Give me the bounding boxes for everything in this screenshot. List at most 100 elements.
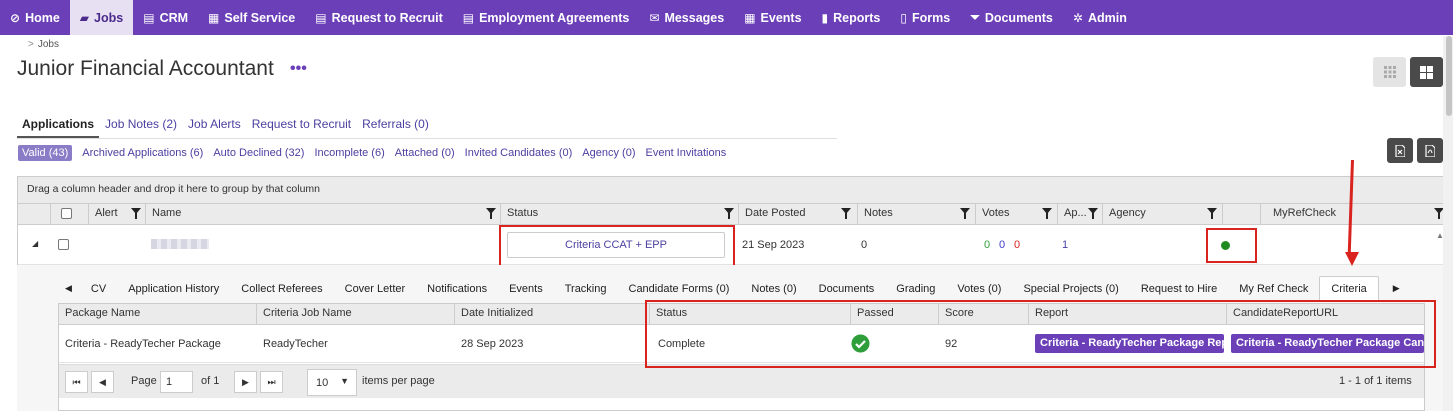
subtab-auto-declined[interactable]: Auto Declined (32) [213,145,304,161]
row-checkbox[interactable] [58,239,69,250]
tab-criteria[interactable]: Criteria [1319,276,1379,301]
tab-job-notes[interactable]: Job Notes (2) [100,113,182,138]
book-icon: ▮ [821,10,829,25]
file-icon: ▯ [900,10,907,25]
list-view-button[interactable] [1373,57,1406,87]
header-blank [1222,204,1260,225]
votes-up: 0 [984,239,991,251]
header-criteria-job-name[interactable]: Criteria Job Name [256,304,454,325]
tabs-prev-icon[interactable]: ◀ [57,276,80,301]
first-page-button[interactable]: ⏮ [65,371,88,393]
tile-view-button[interactable] [1410,57,1443,87]
header-agency[interactable]: Agency [1102,204,1222,225]
nav-forms[interactable]: ▯ Forms [890,0,960,35]
more-options-icon[interactable]: ••• [290,60,307,78]
annotation-box-status [499,225,735,268]
filter-icon[interactable] [486,208,496,219]
tab-my-ref-check[interactable]: My Ref Check [1228,276,1319,301]
nav-events[interactable]: ▦ Events [734,0,811,35]
annotation-arrow-head [1345,252,1359,266]
filter-icon[interactable] [960,208,970,219]
tabs-next-icon[interactable]: ▶ [1379,276,1414,301]
nav-self-service[interactable]: ▦ Self Service [198,0,305,35]
tab-tracking[interactable]: Tracking [554,276,618,301]
tab-candidate-forms[interactable]: Candidate Forms (0) [618,276,741,301]
page-input[interactable]: 1 [160,371,193,393]
select-all-checkbox[interactable] [61,208,72,219]
tab-request-to-hire[interactable]: Request to Hire [1130,276,1228,301]
tab-events[interactable]: Events [498,276,554,301]
nav-reports[interactable]: ▮ Reports [812,0,891,35]
filter-icon[interactable] [1088,208,1098,219]
header-date-initialized[interactable]: Date Initialized [454,304,649,325]
nav-documents[interactable]: ⏷ Documents [960,0,1063,35]
page-title: Junior Financial Accountant [17,57,274,80]
page-label: Page [131,375,157,387]
calendar-icon: ▦ [744,10,756,25]
tab-votes[interactable]: Votes (0) [946,276,1012,301]
export-pdf-button[interactable] [1417,138,1443,163]
filter-icon[interactable] [131,208,141,219]
votes-down: 0 [1014,239,1021,251]
nav-employment-agreements[interactable]: ▤ Employment Agreements [453,0,640,35]
filter-icon[interactable] [841,208,851,219]
filter-icon[interactable] [1207,208,1217,219]
header-name[interactable]: Name [145,204,500,225]
items-per-page-select[interactable]: 10 ▼ [307,369,357,396]
nav-home[interactable]: ⊘ Home [0,0,70,35]
nav-messages[interactable]: ✉ Messages [639,0,734,35]
subtab-attached[interactable]: Attached (0) [395,145,455,161]
tab-request-to-recruit[interactable]: Request to Recruit [247,113,356,138]
filter-icon[interactable] [724,208,734,219]
application-filter-tabs: Valid (43) Archived Applications (6) Aut… [18,145,736,161]
tab-referrals[interactable]: Referrals (0) [357,113,434,138]
header-myrefcheck[interactable]: MyRefCheck [1260,204,1450,225]
main-tabs: Applications Job Notes (2) Job Alerts Re… [17,113,837,139]
tab-notifications[interactable]: Notifications [416,276,498,301]
subtab-agency[interactable]: Agency (0) [582,145,635,161]
subtab-valid[interactable]: Valid (43) [18,145,73,161]
tab-cv[interactable]: CV [80,276,117,301]
grid-scroll-up-icon[interactable]: ▲ [1436,231,1444,240]
breadcrumb-jobs[interactable]: Jobs [38,39,59,50]
header-votes[interactable]: Votes [975,204,1057,225]
tab-cover-letter[interactable]: Cover Letter [334,276,417,301]
filter-icon[interactable] [1042,208,1052,219]
tab-documents[interactable]: Documents [808,276,886,301]
nav-admin[interactable]: ✲ Admin [1063,0,1137,35]
package-name: Criteria - ReadyTecher Package [65,338,221,350]
header-notes[interactable]: Notes [857,204,975,225]
tab-job-alerts[interactable]: Job Alerts [183,113,246,138]
header-alert[interactable]: Alert [88,204,145,225]
header-status[interactable]: Status [500,204,738,225]
subtab-event-invitations[interactable]: Event Invitations [646,145,727,161]
last-page-button[interactable]: ⏭ [260,371,283,393]
tab-applications[interactable]: Applications [17,113,100,138]
date-posted: 21 Sep 2023 [742,239,805,251]
nav-jobs[interactable]: ▰ Jobs [69,0,134,35]
subtab-invited[interactable]: Invited Candidates (0) [465,145,573,161]
header-date-posted[interactable]: Date Posted [738,204,857,225]
chevron-down-icon: ▼ [340,376,349,386]
tab-grading[interactable]: Grading [885,276,946,301]
collapse-row-icon[interactable]: ◢ [32,239,38,248]
tab-special-projects[interactable]: Special Projects (0) [1012,276,1129,301]
nav-crm[interactable]: ▤ CRM [133,0,198,35]
tab-collect-referees[interactable]: Collect Referees [230,276,333,301]
nav-request-to-recruit[interactable]: ▤ Request to Recruit [305,0,452,35]
card-icon: ▦ [208,10,220,25]
annotation-box-criteria [645,300,1436,368]
envelope-icon: ✉ [649,10,660,25]
export-excel-button[interactable] [1387,138,1413,163]
ap-count[interactable]: 1 [1062,239,1068,251]
prev-page-button[interactable]: ◀ [91,371,114,393]
header-package-name[interactable]: Package Name [59,304,256,325]
tab-application-history[interactable]: Application History [117,276,230,301]
next-page-button[interactable]: ▶ [234,371,257,393]
filter-icon: ⏷ [970,10,980,24]
page-scrollbar-thumb[interactable] [1446,36,1452,116]
subtab-incomplete[interactable]: Incomplete (6) [314,145,384,161]
header-ap[interactable]: Ap... [1057,204,1102,225]
subtab-archived[interactable]: Archived Applications (6) [82,145,203,161]
tab-notes[interactable]: Notes (0) [740,276,807,301]
